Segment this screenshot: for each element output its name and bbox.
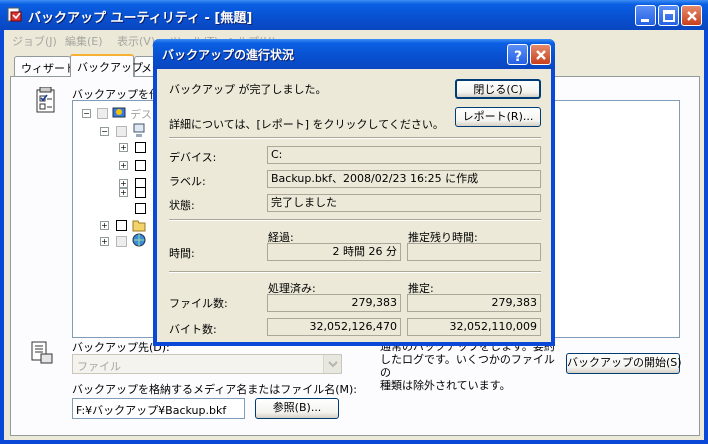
dialog-close-x-button[interactable] xyxy=(530,44,551,65)
report-button[interactable]: レポート(R)... xyxy=(455,107,541,127)
menu-edit[interactable]: 編集(E) xyxy=(65,33,103,49)
tree-checkbox[interactable] xyxy=(135,142,146,153)
tree-checkbox[interactable] xyxy=(116,236,127,247)
maximize-button[interactable] xyxy=(658,5,679,26)
backup-options-summary: 通常のバックアップをします。要約 したログです。いくつかのファイルの 種類は除外… xyxy=(380,340,555,392)
completion-message: バックアップ が完了しました。 xyxy=(169,83,327,96)
close-icon xyxy=(536,50,546,60)
files-processed-value: 279,383 xyxy=(267,294,401,312)
tree-expander[interactable]: − xyxy=(82,109,91,118)
tree-checkbox[interactable] xyxy=(116,220,127,231)
chevron-down-icon xyxy=(328,361,338,368)
time-label: 時間: xyxy=(169,247,195,260)
tab-backup[interactable]: バックアップ xyxy=(70,54,143,77)
tree-expander[interactable]: − xyxy=(100,127,109,136)
window-title: バックアップ ユーティリティ - [無題] xyxy=(28,11,253,26)
backup-app-icon xyxy=(6,6,24,24)
backup-destination-select[interactable]: ファイル xyxy=(72,354,342,374)
label-label: ラベル: xyxy=(169,175,206,188)
dialog-help-button[interactable]: ? xyxy=(507,44,528,65)
tree-expander[interactable]: + xyxy=(119,188,128,197)
dropdown-arrow-button[interactable] xyxy=(323,355,341,373)
status-value: 完了しました xyxy=(267,194,541,212)
close-window-button[interactable] xyxy=(681,5,702,26)
dialog-title: バックアップの進行状況 xyxy=(162,48,295,62)
remaining-time-value xyxy=(407,243,541,261)
bytes-estimated-value: 32,052,110,009 xyxy=(407,318,541,336)
start-backup-button[interactable]: バックアップの開始(S) xyxy=(566,353,682,374)
tree-checkbox[interactable] xyxy=(135,187,146,198)
maximize-icon xyxy=(663,10,675,22)
media-name-label: バックアップを格納するメディア名またはファイル名(M): xyxy=(72,383,358,396)
backup-checklist-icon xyxy=(34,86,58,118)
tab-wizard[interactable]: ウィザード xyxy=(14,56,76,76)
computer-icon xyxy=(132,123,146,142)
media-name-input[interactable]: F:¥バックアップ¥Backup.bkf xyxy=(72,398,245,419)
tree-expander[interactable]: + xyxy=(119,179,128,188)
tree-expander[interactable]: + xyxy=(119,161,128,170)
svg-text:?: ? xyxy=(514,49,522,65)
tree-checkbox[interactable] xyxy=(116,126,127,137)
bytes-processed-value: 32,052,126,470 xyxy=(267,318,401,336)
tree-expander[interactable]: + xyxy=(100,237,109,246)
elapsed-time-value: 2 時間 26 分 xyxy=(267,243,401,261)
network-icon xyxy=(132,233,146,250)
help-icon: ? xyxy=(514,49,522,65)
separator xyxy=(169,219,541,221)
backup-destination-icon xyxy=(30,340,54,369)
separator xyxy=(169,271,541,273)
close-icon xyxy=(687,11,697,21)
menu-view[interactable]: 表示(V) xyxy=(117,33,155,49)
device-value: C: xyxy=(267,146,541,164)
device-label: デバイス: xyxy=(169,151,217,164)
minimize-button[interactable] xyxy=(635,5,656,26)
tree-expander[interactable]: + xyxy=(119,143,128,152)
tree-checkbox[interactable] xyxy=(135,160,146,171)
close-dialog-button[interactable]: 閉じる(C) xyxy=(455,79,541,99)
files-estimated-value: 279,383 xyxy=(407,294,541,312)
tree-checkbox[interactable] xyxy=(97,108,108,119)
desktop-icon xyxy=(112,106,126,123)
separator xyxy=(169,137,541,139)
tree-checkbox[interactable] xyxy=(135,203,146,214)
tree-expander[interactable]: + xyxy=(100,221,109,230)
label-value: Backup.bkf、2008/02/23 16:25 に作成 xyxy=(267,170,541,188)
details-message: 詳細については、[レポート] をクリックしてください。 xyxy=(169,118,444,131)
menu-job[interactable]: ジョブ(J) xyxy=(12,33,57,49)
files-label: ファイル数: xyxy=(169,297,228,310)
browse-button[interactable]: 参照(B)... xyxy=(255,398,339,419)
minimize-icon xyxy=(641,19,649,22)
status-label: 状態: xyxy=(169,199,195,212)
bytes-label: バイト数: xyxy=(169,323,217,336)
